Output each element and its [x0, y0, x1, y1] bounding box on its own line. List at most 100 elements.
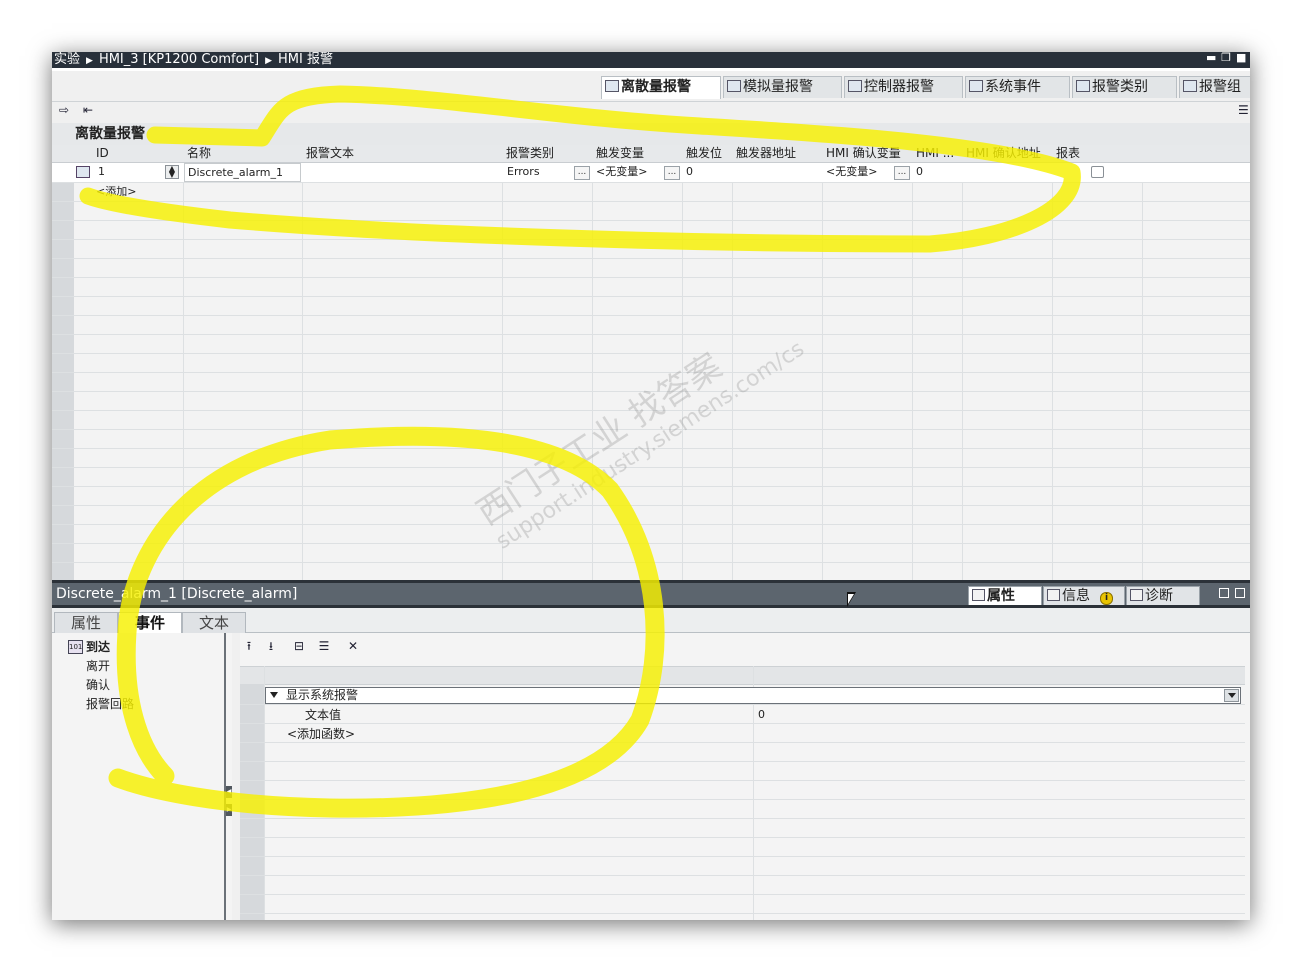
maximize-panel-icon[interactable]: [1235, 588, 1245, 598]
tab-analog-alarms[interactable]: 模拟量报警: [723, 76, 842, 98]
minimize-button[interactable]: ▬: [1206, 52, 1216, 64]
grid-line: [822, 145, 823, 580]
alarm-class-browse-button[interactable]: ...: [574, 166, 590, 180]
grid-line: [52, 258, 1250, 259]
tab-alarm-classes[interactable]: 报警类别: [1072, 76, 1177, 98]
subtab-events[interactable]: 事件: [118, 612, 182, 634]
dropdown-arrow-icon[interactable]: [1224, 689, 1239, 702]
tab-diagnostics[interactable]: 诊断: [1126, 586, 1200, 606]
delete-icon[interactable]: ✕: [346, 640, 360, 653]
expand-right-icon[interactable]: ▶: [226, 804, 232, 816]
tab-system-events[interactable]: 系统事件: [965, 76, 1070, 98]
function-dropdown[interactable]: 显示系统报警: [265, 687, 1241, 704]
param-value[interactable]: 0: [758, 706, 765, 724]
grid-line: [240, 799, 1245, 800]
breadcrumb: 实验 ▶ HMI_3 [KP1200 Comfort] ▶ HMI 报警: [54, 52, 333, 69]
grid-line: [52, 391, 1250, 392]
grid-line: [1142, 145, 1143, 580]
tab-alarm-groups[interactable]: 报警组: [1179, 76, 1250, 98]
move-down-icon[interactable]: ⭳: [264, 640, 278, 653]
id-spinner[interactable]: ▲ ▼: [165, 165, 179, 179]
mouse-cursor-icon: [847, 592, 856, 607]
function-list-header: [240, 666, 1245, 685]
event-alarm-loop[interactable]: 报警回路: [86, 695, 134, 713]
grid-line: [240, 761, 1245, 762]
report-checkbox[interactable]: [1091, 166, 1104, 178]
grid-line: [1052, 145, 1053, 580]
subtab-texts[interactable]: 文本: [182, 612, 246, 633]
grid-line: [240, 780, 1245, 781]
cell-alarm-class[interactable]: Errors: [507, 163, 540, 181]
hmi-alarm-editor-window: 实验 ▶ HMI_3 [KP1200 Comfort] ▶ HMI 报警 ▬ ❐ ■ 离…: [52, 52, 1250, 920]
add-function[interactable]: <添加函数>: [287, 725, 355, 743]
col-report[interactable]: 报表: [1056, 145, 1140, 162]
collapse-triangle-icon[interactable]: [270, 692, 278, 698]
insert-function-icon[interactable]: ⊟: [292, 640, 306, 653]
grid-line: [240, 742, 1245, 743]
grid-line: [302, 145, 303, 580]
grid-line: [52, 505, 1250, 506]
trigger-tag-browse-button[interactable]: ...: [664, 166, 680, 180]
collapse-left-icon[interactable]: ◀: [226, 786, 232, 798]
col-alarm-class[interactable]: 报警类别: [506, 145, 590, 162]
grid-line: [732, 145, 733, 580]
tab-discrete-alarms[interactable]: 离散量报警: [601, 76, 721, 99]
tab-controller-alarms[interactable]: 控制器报警: [844, 76, 963, 98]
grid-line: [502, 145, 503, 580]
expand-list-icon[interactable]: ☰: [317, 640, 331, 653]
event-acknowledge[interactable]: 确认: [86, 676, 110, 694]
cell-trigger-bit[interactable]: 0: [686, 163, 693, 181]
grid-line: [52, 429, 1250, 430]
cell-trigger-tag[interactable]: <无变量>: [596, 163, 647, 181]
event-arrive[interactable]: 到达: [86, 638, 110, 656]
import-icon[interactable]: ⇤: [81, 104, 95, 117]
add-alarm-row[interactable]: <添加>: [96, 183, 136, 201]
panel-splitter-vertical[interactable]: ◀ ▶: [226, 633, 232, 920]
discrete-alarm-table: ID 名称 报警文本 报警类别 触发变量 触发位 触发器地址 HMI 确认变量 …: [52, 145, 1250, 580]
col-trigger-bit[interactable]: 触发位: [686, 145, 730, 162]
tab-info[interactable]: 信息 i: [1043, 586, 1125, 606]
col-alarm-text[interactable]: 报警文本: [306, 145, 496, 162]
breadcrumb-device[interactable]: HMI_3 [KP1200 Comfort]: [99, 52, 259, 67]
controller-alarm-icon: [848, 80, 862, 92]
subtab-properties[interactable]: 属性: [54, 612, 118, 633]
grid-line: [240, 875, 1245, 876]
restore-button[interactable]: ❐: [1221, 52, 1231, 64]
grid-line: [52, 315, 1250, 316]
info-icon: [1047, 589, 1060, 601]
cell-id[interactable]: 1: [98, 163, 105, 181]
col-hmi-ack-tag[interactable]: HMI 确认变量: [826, 145, 910, 162]
panel-layout-icon[interactable]: ☰: [1238, 104, 1249, 117]
grid-line: [52, 410, 1250, 411]
grid-line: [52, 201, 1250, 202]
event-leave[interactable]: 离开: [86, 657, 110, 675]
col-trigger-address[interactable]: 触发器地址: [736, 145, 820, 162]
title-bar: 实验 ▶ HMI_3 [KP1200 Comfort] ▶ HMI 报警 ▬ ❐ ■: [52, 52, 1250, 68]
close-panel-button[interactable]: ■: [1236, 52, 1246, 64]
cell-hmi-ack-tag[interactable]: <无变量>: [826, 163, 877, 181]
alarm-group-icon: [1183, 80, 1197, 92]
breadcrumb-separator-icon: ▶: [265, 56, 272, 66]
col-name[interactable]: 名称: [187, 145, 299, 162]
table-row[interactable]: 1 ▲ ▼ Discrete_alarm_1 Errors ... <无变量> .…: [52, 163, 1250, 182]
export-icon[interactable]: ⇨: [57, 104, 71, 117]
float-panel-icon[interactable]: [1219, 588, 1229, 598]
tab-properties[interactable]: 属性: [968, 586, 1042, 606]
section-title: 离散量报警: [52, 123, 1250, 145]
cell-name[interactable]: Discrete_alarm_1: [184, 163, 301, 182]
cell-hmi-ack-bit[interactable]: 0: [916, 163, 923, 181]
ack-tag-browse-button[interactable]: ...: [894, 166, 910, 180]
breadcrumb-project[interactable]: 实验: [54, 52, 80, 67]
col-hmi-ack-bit[interactable]: HMI ...: [916, 145, 960, 162]
col-hmi-ack-address[interactable]: HMI 确认地址: [966, 145, 1050, 162]
grid-line: [912, 145, 913, 580]
col-id[interactable]: ID: [96, 145, 180, 162]
breadcrumb-separator-icon: ▶: [86, 56, 93, 66]
inspector-title: Discrete_alarm_1 [Discrete_alarm]: [56, 586, 298, 602]
col-trigger-tag[interactable]: 触发变量: [596, 145, 680, 162]
grid-line: [52, 543, 1250, 544]
grid-line: [240, 856, 1245, 857]
editor-tab-row: 离散量报警 模拟量报警 控制器报警 系统事件 报警类别 报警组: [52, 68, 1250, 102]
move-up-icon[interactable]: ⭱: [242, 640, 256, 653]
inspector-subtabs: 属性 事件 文本: [52, 608, 1250, 634]
